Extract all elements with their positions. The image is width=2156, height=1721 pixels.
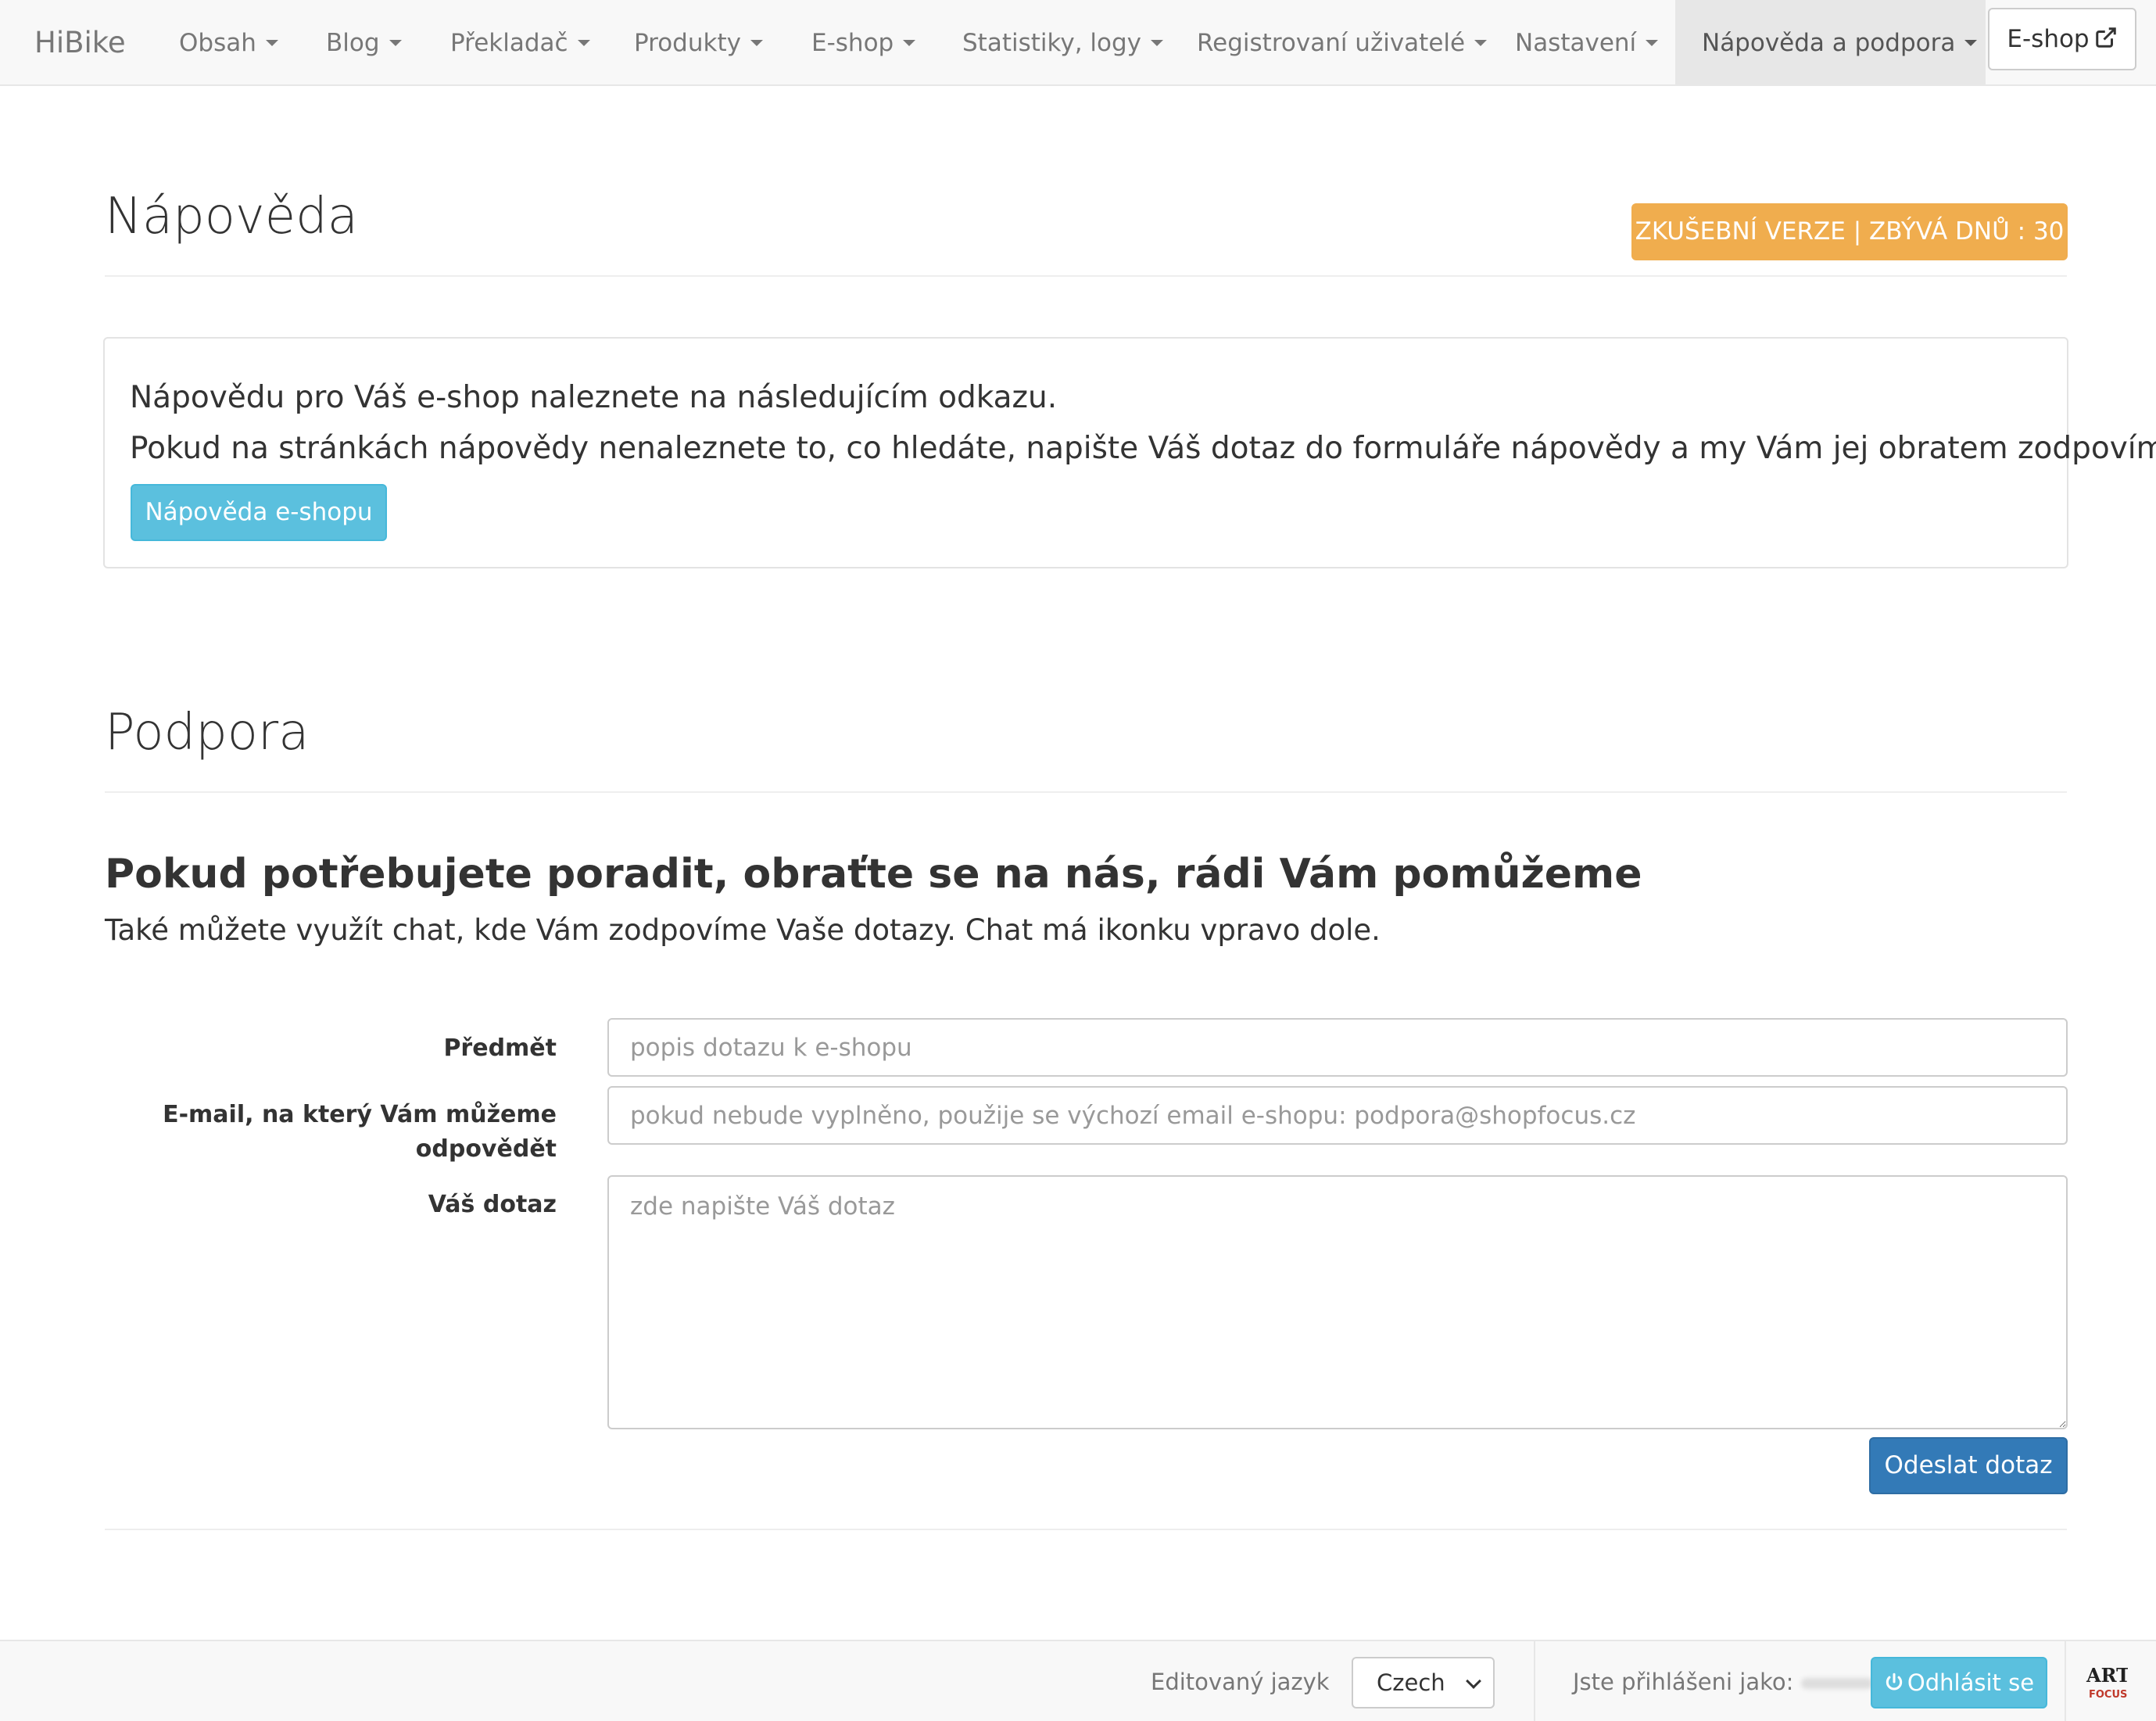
eshop-button-label: E-shop [2007,25,2090,53]
logged-in-label: Jste přihlášeni jako: [1573,1641,1874,1721]
nav-item-eshop[interactable]: E-shop [811,0,916,84]
logo-text-top: ART [2086,1664,2128,1687]
caret-down-icon [1964,39,1978,46]
artfocus-logo: ART FOCUS [2086,1664,2128,1701]
help-title: Nápověda [105,188,358,246]
nav-item-obsah[interactable]: Obsah [179,0,278,84]
footer-separator [1534,1641,1535,1721]
nav-item-blog[interactable]: Blog [326,0,402,84]
support-divider [105,791,2067,793]
logout-label: Odhlásit se [1907,1669,2035,1696]
support-subtitle: Také můžete využít chat, kde Vám zodpoví… [105,913,1381,947]
eshop-external-button[interactable]: E-shop [1988,8,2136,70]
email-label-line-1: E-mail, na který Vám můžeme [163,1101,557,1128]
caret-down-icon [1646,39,1659,46]
help-divider [105,275,2067,277]
language-select-value: Czech [1377,1669,1445,1696]
nav-item-label: Obsah [179,29,256,57]
nav-item-label: Statistiky, logy [962,29,1142,57]
form-divider [105,1529,2067,1530]
username-redacted [1801,1678,1874,1689]
footer-separator [2065,1641,2066,1721]
caret-down-icon [389,39,402,46]
top-navbar: HiBike Obsah Blog Překladač Produkty E-s… [0,0,2156,86]
help-line-2: Pokud na stránkách nápovědy nenaleznete … [130,431,2156,466]
caret-down-icon [265,39,278,46]
email-label-line-2: odpovědět [415,1135,557,1163]
nav-item-label: Nápověda a podpora [1702,29,1956,57]
nav-item-label: Produkty [634,29,741,57]
nav-item-statistiky[interactable]: Statistiky, logy [962,0,1164,84]
nav-item-prekladac[interactable]: Překladač [450,0,590,84]
question-label: Váš dotaz [428,1191,557,1218]
eshop-help-button[interactable]: Nápověda e-shopu [131,484,387,541]
support-title: Podpora [105,704,310,762]
trial-version-badge: ZKUŠEBNÍ VERZE | ZBÝVÁ DNŮ : 30 [1631,203,2068,260]
caret-down-icon [903,39,916,46]
nav-item-produkty[interactable]: Produkty [634,0,763,84]
help-line-1: Nápovědu pro Váš e-shop naleznete na nás… [130,380,1058,415]
nav-item-registrovani-uzivatele[interactable]: Registrovaní uživatelé [1197,0,1488,84]
caret-down-icon [1151,39,1164,46]
nav-item-nastaveni[interactable]: Nastavení [1515,0,1659,84]
nav-item-napoveda-a-podpora[interactable]: Nápověda a podpora [1675,0,1986,84]
nav-item-label: E-shop [811,29,894,57]
logged-in-text: Jste přihlášeni jako: [1573,1669,1794,1695]
email-input[interactable] [607,1086,2068,1145]
subject-input[interactable] [607,1018,2068,1077]
support-lead: Pokud potřebujete poradit, obraťte se na… [105,851,1642,898]
language-select[interactable]: Czech [1352,1657,1495,1708]
nav-item-label: Blog [326,29,380,57]
logo-text-bottom: FOCUS [2089,1689,2127,1701]
external-link-icon [2095,27,2116,48]
nav-item-label: Překladač [450,29,568,57]
brand-logo[interactable]: HiBike [34,0,126,86]
bottom-bar: Editovaný jazyk Czech Jste přihlášeni ja… [0,1640,2156,1721]
nav-item-label: Nastavení [1515,29,1637,57]
subject-label: Předmět [443,1034,557,1062]
email-label: E-mail, na který Vám můžeme odpovědět [163,1098,557,1167]
logout-button[interactable]: Odhlásit se [1871,1657,2047,1708]
question-textarea[interactable] [607,1175,2068,1429]
power-icon [1886,1673,1903,1691]
chevron-down-icon [1466,1673,1481,1689]
caret-down-icon [577,39,590,46]
edited-language-label: Editovaný jazyk [1151,1669,1330,1695]
caret-down-icon [1474,39,1488,46]
submit-question-button[interactable]: Odeslat dotaz [1869,1437,2068,1494]
nav-item-label: Registrovaní uživatelé [1197,29,1466,57]
caret-down-icon [750,39,763,46]
